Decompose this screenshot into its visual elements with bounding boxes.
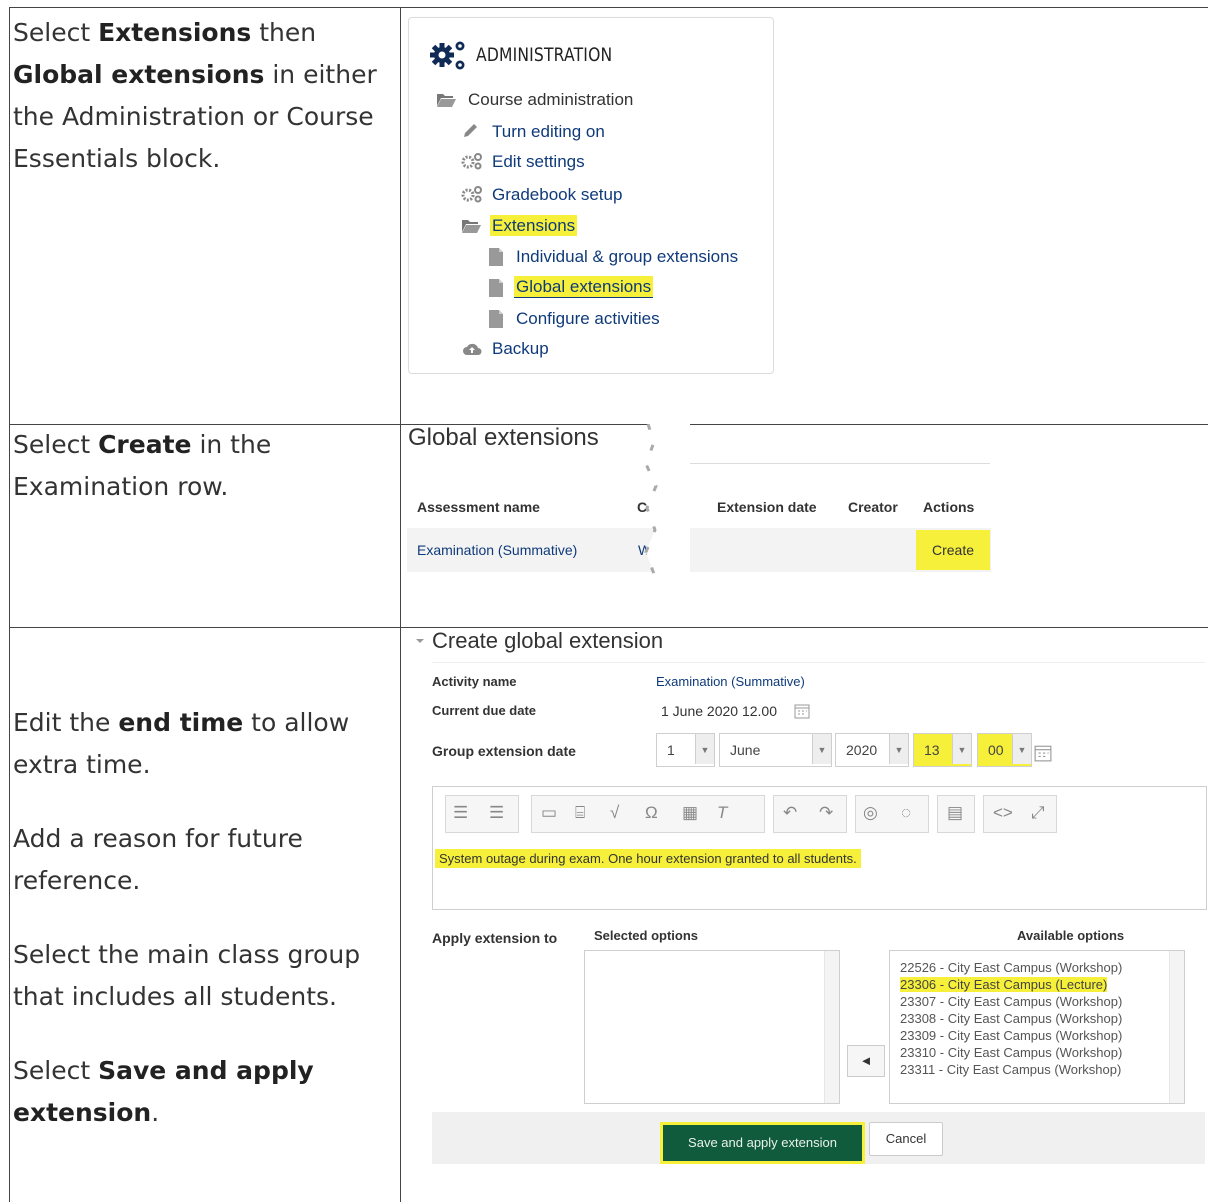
list-item[interactable]: 22526 - City East Campus (Workshop) bbox=[900, 960, 1122, 975]
reason-text: System outage during exam. One hour exte… bbox=[435, 849, 861, 868]
nav-individual-group-extensions[interactable]: Individual & group extensions bbox=[516, 247, 738, 267]
file-icon bbox=[489, 279, 503, 297]
available-options-list[interactable]: 22526 - City East Campus (Workshop) 23306… bbox=[889, 950, 1185, 1104]
apply-extension-label: Apply extension to bbox=[432, 930, 558, 946]
scrollbar[interactable] bbox=[824, 951, 839, 1103]
undo-icon[interactable]: ↶ bbox=[783, 803, 797, 823]
nav-course-administration[interactable]: Course administration bbox=[468, 90, 633, 110]
form-divider bbox=[432, 662, 1205, 663]
nav-global-extensions[interactable]: Global extensions bbox=[514, 276, 654, 298]
file-icon bbox=[489, 248, 503, 266]
move-left-button[interactable]: ◄ bbox=[847, 1045, 885, 1077]
current-due-date-label: Current due date bbox=[432, 703, 537, 718]
current-due-date-value: 1 June 2020 12.00 bbox=[661, 703, 777, 719]
instruction-paragraph: Select Extensions then Global extensions… bbox=[13, 18, 377, 173]
hour-select[interactable]: 13 ▼ bbox=[913, 733, 972, 767]
instruction-paragraph: Select Save and apply extension. bbox=[13, 1056, 314, 1127]
group-extension-date-label: Group extension date bbox=[432, 743, 576, 759]
examination-link[interactable]: Examination (Summative) bbox=[417, 542, 577, 558]
folder-open-icon bbox=[437, 94, 456, 107]
gears-icon bbox=[430, 41, 465, 70]
pencil-icon bbox=[464, 124, 477, 137]
media-icon[interactable]: ▭ bbox=[541, 803, 557, 823]
administration-title: ADMINISTRATION bbox=[476, 44, 613, 66]
nav-extensions[interactable]: Extensions bbox=[490, 215, 578, 236]
selected-options-list[interactable] bbox=[584, 950, 840, 1104]
day-select[interactable]: 1 ▼ bbox=[656, 733, 715, 767]
manage-files-icon[interactable]: ▤ bbox=[947, 803, 963, 823]
table-column-divider bbox=[400, 7, 401, 1202]
cog-icon bbox=[461, 186, 482, 203]
extensions-label: Extensions bbox=[490, 215, 578, 236]
col-extension-date: Extension date bbox=[717, 499, 817, 515]
activity-name-label: Activity name bbox=[432, 674, 517, 689]
torn-edge bbox=[644, 424, 690, 584]
col-actions: Actions bbox=[923, 499, 975, 515]
nav-backup[interactable]: Backup bbox=[492, 339, 549, 359]
instruction-paragraph: Select Create in the Examination row. bbox=[13, 430, 272, 501]
fullscreen-icon[interactable]: ⤢ bbox=[1031, 803, 1045, 823]
create-global-extension-heading: Create global extension bbox=[432, 628, 664, 653]
folder-open-icon bbox=[462, 220, 481, 233]
table-border-left bbox=[9, 7, 10, 1202]
calendar-icon[interactable] bbox=[1034, 744, 1052, 762]
instruction-row-3: Edit the end time to allow extra time. Ad… bbox=[13, 702, 398, 1134]
cog-icon bbox=[461, 153, 482, 170]
list-item[interactable]: 23311 - City East Campus (Workshop) bbox=[900, 1062, 1121, 1077]
instruction-row-2: Select Create in the Examination row. bbox=[13, 424, 398, 508]
cancel-button[interactable]: Cancel bbox=[869, 1122, 943, 1156]
nav-gradebook-setup[interactable]: Gradebook setup bbox=[492, 185, 622, 205]
heading-underline bbox=[690, 463, 990, 464]
list-item[interactable]: 23308 - City East Campus (Workshop) bbox=[900, 1011, 1122, 1026]
global-extensions-label: Global extensions bbox=[514, 276, 654, 298]
list-item[interactable]: 23310 - City East Campus (Workshop) bbox=[900, 1045, 1122, 1060]
activity-name-value: Examination (Summative) bbox=[656, 674, 805, 689]
equation-icon[interactable]: √ bbox=[610, 803, 619, 823]
scrollbar[interactable] bbox=[1169, 951, 1184, 1103]
cloud-upload-icon bbox=[463, 343, 482, 355]
nav-edit-settings[interactable]: Edit settings bbox=[492, 152, 585, 172]
col-assessment-name: Assessment name bbox=[417, 499, 540, 515]
table-icon[interactable]: ▦ bbox=[682, 803, 698, 823]
special-char-icon[interactable]: Ω bbox=[645, 803, 658, 823]
screenreader-helper-icon[interactable]: ◌ bbox=[901, 803, 911, 823]
list-item[interactable]: 23306 - City East Campus (Lecture) bbox=[900, 977, 1108, 992]
html-icon[interactable]: <> bbox=[993, 803, 1013, 823]
instruction-paragraph: Add a reason for future reference. bbox=[13, 824, 303, 895]
file-icon bbox=[489, 310, 503, 328]
indent-icon[interactable]: ☰ bbox=[453, 803, 468, 823]
month-select[interactable]: June ▼ bbox=[719, 733, 832, 767]
nav-configure-activities[interactable]: Configure activities bbox=[516, 309, 660, 329]
minute-select[interactable]: 00 ▼ bbox=[977, 733, 1032, 767]
calendar-icon bbox=[794, 704, 810, 719]
template-icon[interactable]: ⌸ bbox=[575, 803, 585, 823]
global-extensions-heading: Global extensions bbox=[408, 424, 599, 451]
list-item[interactable]: 23307 - City East Campus (Workshop) bbox=[900, 994, 1122, 1009]
reason-editor[interactable]: ☰ ☰ ▭ ⌸ √ Ω ▦ T ↶ ↷ ◎ ◌ ▤ <> ⤢ System ou… bbox=[432, 786, 1207, 910]
list-item[interactable]: 23309 - City East Campus (Workshop) bbox=[900, 1028, 1122, 1043]
table-border-top bbox=[9, 7, 1208, 8]
clear-format-icon[interactable]: T bbox=[717, 803, 727, 823]
nav-turn-editing-on[interactable]: Turn editing on bbox=[492, 122, 605, 142]
instruction-paragraph: Edit the end time to allow extra time. bbox=[13, 708, 350, 779]
create-button[interactable]: Create bbox=[916, 530, 990, 570]
collapse-caret-icon[interactable] bbox=[415, 637, 425, 645]
save-and-apply-button[interactable]: Save and apply extension bbox=[660, 1122, 865, 1164]
year-select[interactable]: 2020 ▼ bbox=[835, 733, 909, 767]
outdent-icon[interactable]: ☰ bbox=[489, 803, 504, 823]
available-options-label: Available options bbox=[1017, 928, 1125, 943]
selected-options-label: Selected options bbox=[594, 928, 699, 943]
instruction-row-1: Select Extensions then Global extensions… bbox=[13, 12, 398, 180]
redo-icon[interactable]: ↷ bbox=[819, 803, 833, 823]
accessibility-checker-icon[interactable]: ◎ bbox=[863, 803, 878, 823]
instruction-paragraph: Select the main class group that include… bbox=[13, 940, 361, 1011]
col-creator: Creator bbox=[848, 499, 898, 515]
